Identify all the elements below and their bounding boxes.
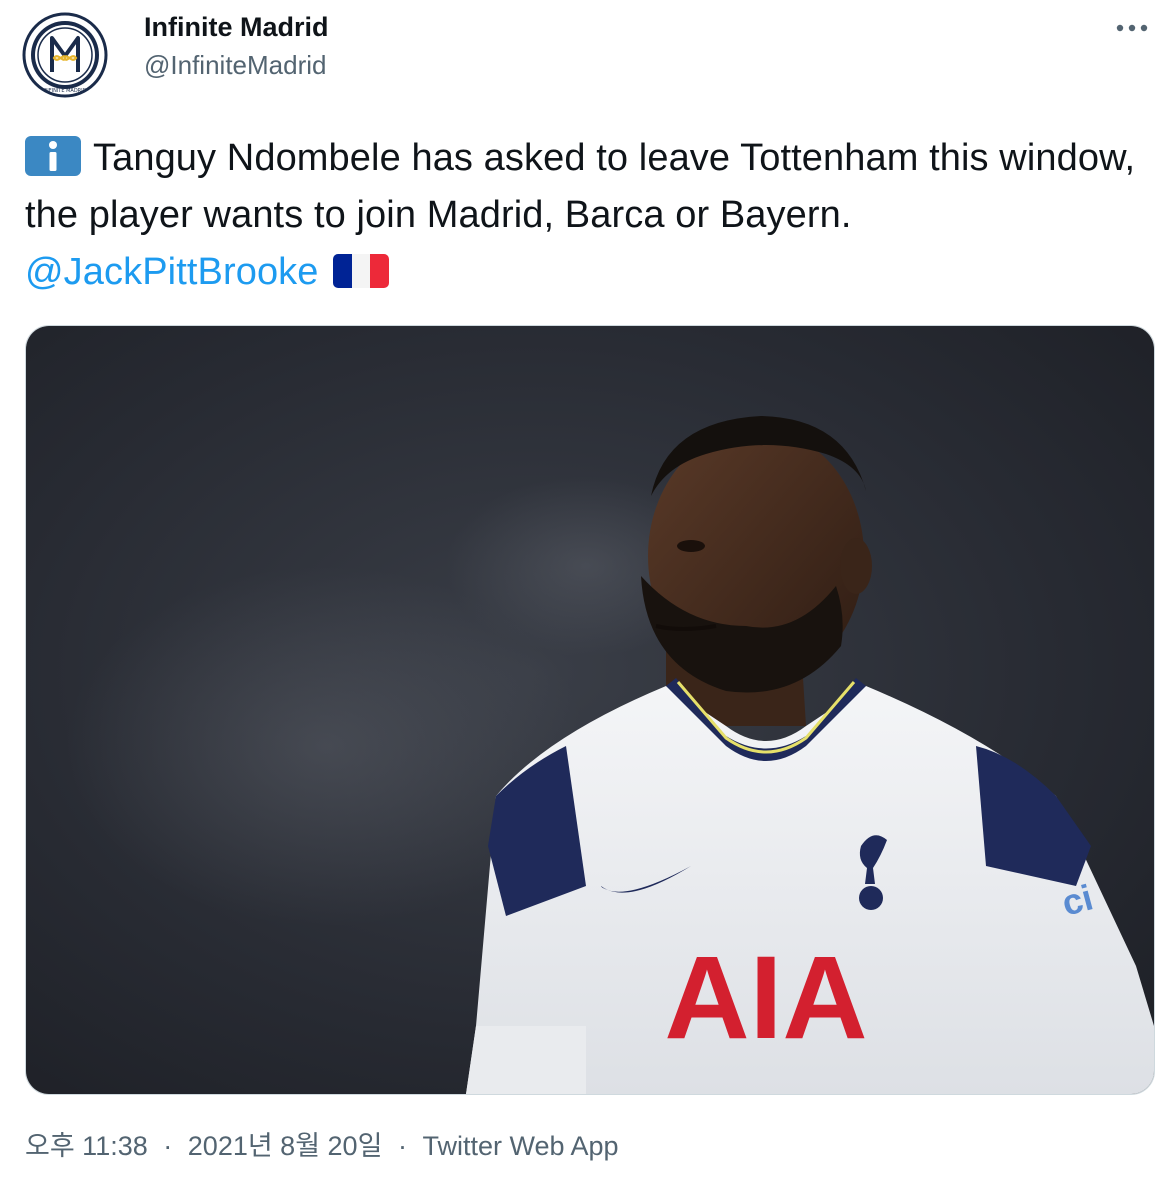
author-avatar[interactable]: INFINITE MADRID [22,12,108,98]
tweet-timestamp-date[interactable]: 2021년 8월 20일 [188,1131,383,1161]
tweet: INFINITE MADRID Infinite Madrid @Infinit… [0,0,1164,1180]
france-flag-emoji [332,254,389,288]
tweet-text: Tanguy Ndombele has asked to leave Totte… [25,130,1140,301]
meta-separator-2: · [397,1131,407,1161]
meta-separator: · [163,1131,173,1161]
author-handle[interactable]: @InfiniteMadrid [144,48,329,82]
svg-text:INFINITE MADRID: INFINITE MADRID [44,88,87,94]
tweet-meta: 오후 11:38 · 2021년 8월 20일 · Twitter Web Ap… [25,1128,619,1164]
author-display-name[interactable]: Infinite Madrid [144,10,329,44]
tweet-media-photo[interactable]: AIA ci [25,325,1155,1095]
author-block: Infinite Madrid @InfiniteMadrid [144,10,329,82]
tweet-timestamp-time[interactable]: 오후 11:38 [25,1131,148,1161]
ellipsis-icon [1116,24,1148,32]
information-emoji [25,136,81,176]
tweet-source-link[interactable]: Twitter Web App [422,1131,618,1161]
mention-link[interactable]: @JackPittBrooke [25,251,319,293]
shirt-sponsor-text: AIA [664,932,867,1064]
more-options-button[interactable] [1112,14,1152,42]
player-photo: AIA ci [26,326,1154,1094]
infinite-madrid-logo-icon: INFINITE MADRID [22,12,108,98]
tweet-body-text: Tanguy Ndombele has asked to leave Totte… [25,137,1136,236]
